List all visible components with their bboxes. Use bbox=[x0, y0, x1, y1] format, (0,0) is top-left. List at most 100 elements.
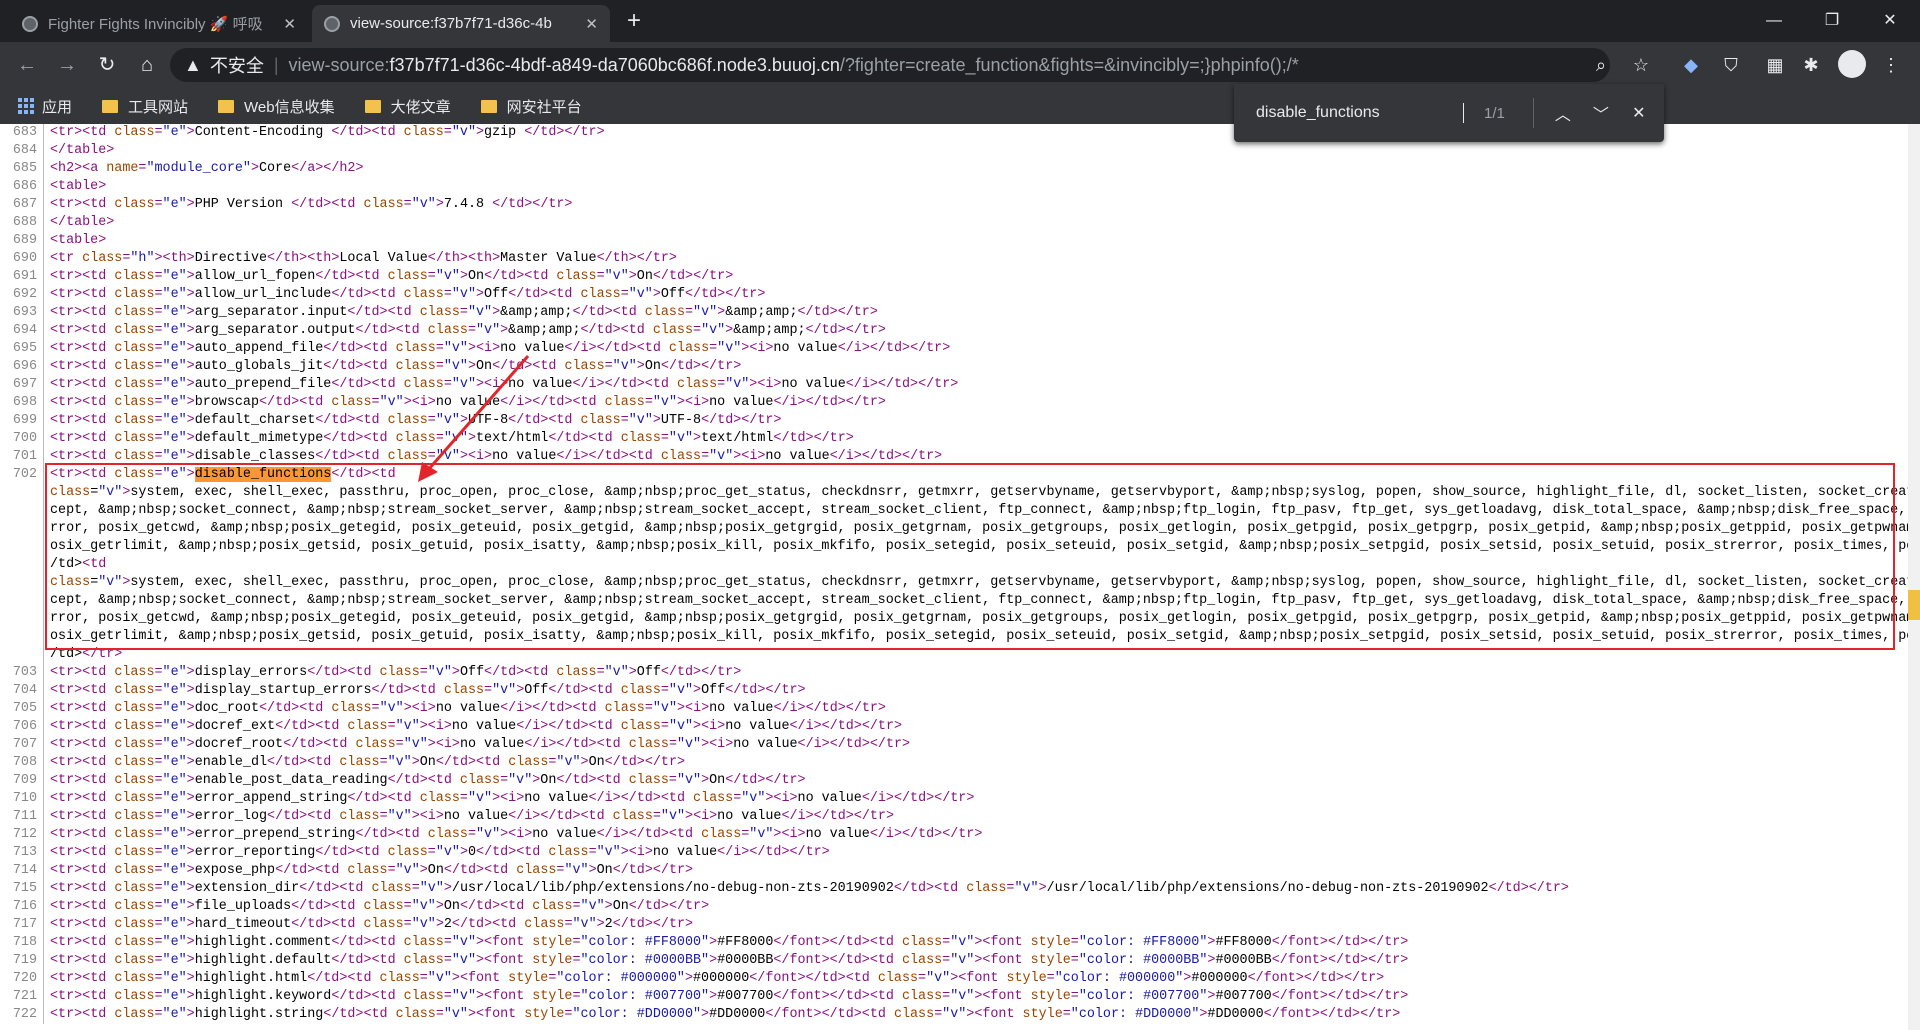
back-button[interactable]: ← bbox=[12, 50, 42, 80]
chevron-up-icon[interactable]: ︿ bbox=[1544, 101, 1582, 125]
line-number: 706 bbox=[0, 718, 44, 736]
line-number bbox=[0, 574, 44, 592]
source-line: 696 <tr><td class="e">auto_globals_jit</t… bbox=[0, 358, 1908, 376]
security-label[interactable]: 不安全 bbox=[210, 52, 264, 78]
line-number: 694 bbox=[0, 322, 44, 340]
extension-icon[interactable]: ◆ bbox=[1676, 50, 1706, 80]
source-line: 690 <tr class="h"><th>Directive</th><th>L… bbox=[0, 250, 1908, 268]
line-number bbox=[0, 646, 44, 664]
line-content: <tr><td class="e">PHP Version </td><td c… bbox=[50, 197, 573, 212]
new-tab-button[interactable]: + bbox=[618, 6, 650, 36]
source-line: 689 <table> bbox=[0, 232, 1908, 250]
line-number: 714 bbox=[0, 862, 44, 880]
profile-avatar[interactable] bbox=[1838, 50, 1866, 78]
line-number: 686 bbox=[0, 178, 44, 196]
reload-button[interactable]: ↻ bbox=[92, 50, 122, 80]
chevron-down-icon[interactable]: ﹀ bbox=[1582, 101, 1620, 125]
divider: | bbox=[273, 54, 279, 75]
warning-icon[interactable]: ▲ bbox=[184, 55, 202, 76]
line-content: <tr><td class="e">auto_globals_jit</td><… bbox=[50, 359, 742, 374]
line-content: <tr><td class="e">docref_ext</td><td cla… bbox=[50, 719, 903, 734]
bookmark-folder-web-info[interactable]: Web信息收集 bbox=[218, 96, 335, 117]
line-number bbox=[0, 502, 44, 520]
bookmark-folder-security[interactable]: 网安社平台 bbox=[480, 96, 582, 117]
bookmark-star-icon[interactable]: ☆ bbox=[1626, 50, 1656, 80]
source-line: 699 <tr><td class="e">default_charset</td… bbox=[0, 412, 1908, 430]
line-number: 701 bbox=[0, 448, 44, 466]
line-number: 699 bbox=[0, 412, 44, 430]
source-line: 712 <tr><td class="e">error_prepend_strin… bbox=[0, 826, 1908, 844]
tab-fighter[interactable]: Fighter Fights Invincibly 🚀 呼吸 ✕ bbox=[10, 5, 308, 42]
source-line: 703 <tr><td class="e">display_errors</td>… bbox=[0, 664, 1908, 682]
line-number bbox=[0, 556, 44, 574]
source-line: 705 <tr><td class="e">doc_root</td><td cl… bbox=[0, 700, 1908, 718]
restore-button[interactable]: ❐ bbox=[1810, 6, 1854, 36]
grid-extension-icon[interactable]: ▦ bbox=[1760, 50, 1790, 80]
line-content: <tr class="h"><th>Directive</th><th>Loca… bbox=[50, 251, 677, 266]
source-line: 688 </table> bbox=[0, 214, 1908, 232]
line-content: <tr><td class="e">default_charset</td><t… bbox=[50, 413, 782, 428]
line-number: 691 bbox=[0, 268, 44, 286]
bookmark-folder-articles[interactable]: 大佬文章 bbox=[364, 96, 451, 117]
line-content: <tr><td class="e">arg_separator.input</t… bbox=[50, 305, 878, 320]
forward-button[interactable]: → bbox=[52, 50, 82, 80]
source-line: 713 <tr><td class="e">error_reporting</td… bbox=[0, 844, 1908, 862]
line-number: 700 bbox=[0, 430, 44, 448]
line-content: <table> bbox=[50, 179, 107, 194]
find-match-count: 1/1 bbox=[1484, 104, 1505, 122]
puzzle-icon[interactable]: ✱ bbox=[1796, 50, 1826, 80]
line-content: <tr><td class="e">allow_url_include</td>… bbox=[50, 287, 766, 302]
bookmark-label: 应用 bbox=[42, 98, 73, 116]
bookmark-label: 大佬文章 bbox=[390, 98, 451, 116]
line-number: 721 bbox=[0, 988, 44, 1006]
source-line: 720 <tr><td class="e">highlight.html</td>… bbox=[0, 970, 1908, 988]
source-line: 706 <tr><td class="e">docref_ext</td><td … bbox=[0, 718, 1908, 736]
line-content: <tr><td class="e">expose_php</td><td cla… bbox=[50, 863, 694, 878]
line-content: <tr><td class="e">highlight.comment</td>… bbox=[50, 935, 1409, 950]
line-number bbox=[0, 610, 44, 628]
url-host: f37b7f71-d36c-4bdf-a849-da7060bc686f.nod… bbox=[389, 54, 840, 75]
line-number: 695 bbox=[0, 340, 44, 358]
url-prefix: view-source: bbox=[288, 54, 390, 75]
vertical-scrollbar[interactable] bbox=[1908, 124, 1920, 1030]
tab-view-source[interactable]: view-source:f37b7f71-d36c-4b ✕ bbox=[312, 5, 610, 42]
line-number: 692 bbox=[0, 286, 44, 304]
close-icon[interactable]: ✕ bbox=[585, 15, 598, 33]
line-number: 689 bbox=[0, 232, 44, 250]
line-number: 709 bbox=[0, 772, 44, 790]
close-icon[interactable]: ✕ bbox=[1620, 103, 1658, 123]
line-number: 702 bbox=[0, 466, 44, 484]
close-icon[interactable]: ✕ bbox=[283, 15, 296, 33]
shield-extension-icon[interactable]: ⛉ bbox=[1716, 50, 1746, 80]
annotation-box bbox=[45, 463, 1895, 650]
address-bar[interactable]: ▲ 不安全 | view-source: f37b7f71-d36c-4bdf-… bbox=[170, 48, 1610, 82]
line-content: </table> bbox=[50, 143, 115, 158]
scrollbar-find-marker[interactable] bbox=[1908, 590, 1920, 620]
find-input[interactable]: disable_functions bbox=[1256, 103, 1464, 123]
line-number: 684 bbox=[0, 142, 44, 160]
menu-icon[interactable]: ⋮ bbox=[1876, 50, 1906, 80]
line-content: <tr><td class="e">doc_root</td><td class… bbox=[50, 701, 886, 716]
bookmark-label: 工具网站 bbox=[128, 98, 189, 116]
window-close-button[interactable]: ✕ bbox=[1868, 6, 1912, 36]
apps-grid-icon bbox=[18, 98, 34, 114]
minimize-button[interactable]: — bbox=[1752, 6, 1796, 36]
line-content: <tr><td class="e">auto_prepend_file</td>… bbox=[50, 377, 959, 392]
line-number: 703 bbox=[0, 664, 44, 682]
page-search-icon[interactable]: ⌕ bbox=[1586, 50, 1616, 80]
source-line: 695 <tr><td class="e">auto_append_file</t… bbox=[0, 340, 1908, 358]
source-line: 692 <tr><td class="e">allow_url_include</… bbox=[0, 286, 1908, 304]
line-number bbox=[0, 538, 44, 556]
bookmark-apps[interactable]: 应用 bbox=[18, 96, 72, 117]
line-content: <tr><td class="e">allow_url_fopen</td><t… bbox=[50, 269, 734, 284]
line-content: <tr><td class="e">enable_post_data_readi… bbox=[50, 773, 806, 788]
browser-toolbar: ← → ↻ ⌂ ▲ 不安全 | view-source: f37b7f71-d3… bbox=[0, 42, 1920, 88]
line-number: 717 bbox=[0, 916, 44, 934]
folder-icon bbox=[480, 99, 497, 113]
bookmark-folder-tools[interactable]: 工具网站 bbox=[102, 96, 188, 117]
source-line: 698 <tr><td class="e">browscap</td><td cl… bbox=[0, 394, 1908, 412]
line-number: 704 bbox=[0, 682, 44, 700]
source-line: 687 <tr><td class="e">PHP Version </td><t… bbox=[0, 196, 1908, 214]
home-button[interactable]: ⌂ bbox=[132, 50, 162, 80]
line-number: 712 bbox=[0, 826, 44, 844]
